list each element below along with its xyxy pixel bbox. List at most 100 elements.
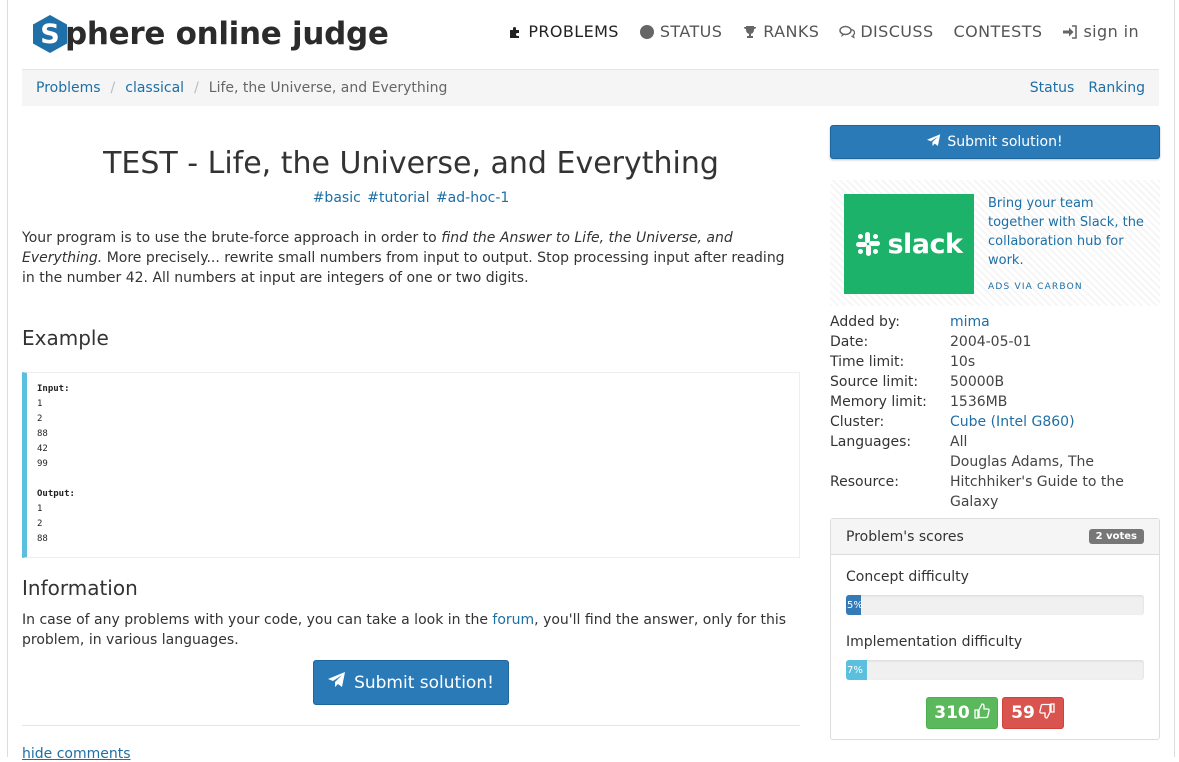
ads-via-carbon-link[interactable]: ADS VIA CARBON bbox=[988, 282, 1083, 292]
example-code-block: Input: 1 2 88 42 99 Output: 1 2 88 bbox=[22, 372, 800, 558]
circle-icon bbox=[639, 24, 655, 40]
breadcrumb-problems[interactable]: Problems bbox=[36, 80, 101, 96]
meta-value: Douglas Adams, The Hitchhiker's Guide to… bbox=[950, 454, 1124, 510]
meta-value: 1536MB bbox=[950, 394, 1008, 410]
scores-title: Problem's scores bbox=[846, 528, 964, 545]
problem-scores-panel: Problem's scores 2 votes Concept difficu… bbox=[830, 518, 1160, 740]
nav-problems[interactable]: PROBLEMS bbox=[507, 22, 619, 41]
example-output-label: Output: bbox=[37, 489, 75, 499]
nav-discuss-label: DISCUSS bbox=[860, 22, 934, 41]
tag-tutorial[interactable]: #tutorial bbox=[367, 190, 429, 206]
problem-title: TEST - Life, the Universe, and Everythin… bbox=[103, 146, 719, 181]
upvote-button[interactable]: 310 bbox=[926, 697, 998, 729]
paper-plane-icon bbox=[328, 672, 346, 693]
meta-value: 10s bbox=[950, 354, 976, 370]
nav-discuss[interactable]: DISCUSS bbox=[839, 22, 933, 41]
downvote-count: 59 bbox=[1011, 703, 1035, 723]
tag-basic[interactable]: #basic bbox=[313, 190, 361, 206]
submit-solution-button[interactable]: Submit solution! bbox=[313, 660, 509, 705]
tag-ad-hoc-1[interactable]: #ad-hoc-1 bbox=[436, 190, 509, 206]
implementation-difficulty-fill: 7% bbox=[846, 660, 867, 680]
example-spacer bbox=[37, 472, 789, 487]
thumbs-up-icon bbox=[974, 702, 990, 724]
nav-contests[interactable]: CONTESTS bbox=[954, 22, 1043, 41]
example-input-line: 2 bbox=[37, 414, 43, 424]
meta-row: Source limit: 50000B bbox=[830, 372, 1160, 392]
implementation-difficulty-label: Implementation difficulty bbox=[846, 634, 1023, 650]
description-text: Your program is to use the brute-force a… bbox=[22, 230, 442, 246]
meta-row: Memory limit: 1536MB bbox=[830, 392, 1160, 412]
concept-difficulty-bar: 5% bbox=[846, 595, 1144, 615]
puzzle-icon bbox=[507, 24, 523, 40]
breadcrumb-classical[interactable]: classical bbox=[125, 80, 184, 96]
carbon-ad[interactable]: slack Bring your team together with Slac… bbox=[830, 180, 1160, 306]
meta-row: Date: 2004-05-01 bbox=[830, 332, 1160, 352]
problem-meta: Added by: mima Date: 2004-05-01 Time lim… bbox=[830, 312, 1160, 512]
breadcrumb-right-links: Status Ranking bbox=[1030, 80, 1145, 96]
submit-solution-label: Submit solution! bbox=[354, 672, 494, 693]
implementation-difficulty-bar: 7% bbox=[846, 660, 1144, 680]
nav-status[interactable]: STATUS bbox=[639, 22, 722, 41]
example-input-line: 99 bbox=[37, 459, 48, 469]
sidebar: Submit solution! slack Bring your team t… bbox=[830, 125, 1160, 512]
meta-key: Time limit: bbox=[830, 354, 905, 370]
logo-hexagon-icon: S bbox=[32, 14, 68, 54]
problem-description: Your program is to use the brute-force a… bbox=[22, 228, 792, 288]
example-input-label: Input: bbox=[37, 384, 70, 394]
nav-sign-in[interactable]: sign in bbox=[1062, 22, 1139, 41]
comments-icon bbox=[839, 24, 856, 40]
author-link[interactable]: mima bbox=[950, 312, 1160, 332]
description-text-2: More precisely... rewrite small numbers … bbox=[22, 250, 785, 286]
breadcrumb-separator: / bbox=[194, 80, 199, 96]
meta-value: 50000B bbox=[950, 374, 1005, 390]
downvote-button[interactable]: 59 bbox=[1002, 697, 1064, 729]
example-input-line: 1 bbox=[37, 399, 43, 409]
sidebar-submit-label: Submit solution! bbox=[947, 134, 1063, 150]
nav-contests-label: CONTESTS bbox=[953, 22, 1043, 41]
breadcrumb: Problems / classical / Life, the Univers… bbox=[22, 69, 1159, 106]
breadcrumb-separator: / bbox=[110, 80, 116, 96]
meta-row: Cluster: Cube (Intel G860) bbox=[830, 412, 1160, 432]
svg-text:S: S bbox=[40, 19, 59, 50]
logo-text: phere online judge bbox=[65, 16, 389, 52]
ranking-link[interactable]: Ranking bbox=[1088, 80, 1145, 96]
paper-plane-icon bbox=[927, 133, 941, 151]
example-output-line: 88 bbox=[37, 534, 48, 544]
meta-value: 2004-05-01 bbox=[950, 334, 1032, 350]
thumbs-down-icon bbox=[1039, 702, 1055, 724]
hide-comments-link[interactable]: hide comments bbox=[22, 746, 131, 762]
nav-sign-in-label: sign in bbox=[1083, 22, 1139, 41]
info-text-1: In case of any problems with your code, … bbox=[22, 612, 493, 628]
slack-logo-icon bbox=[856, 232, 881, 256]
example-output-line: 1 bbox=[37, 504, 43, 514]
concept-difficulty-label: Concept difficulty bbox=[846, 569, 969, 585]
meta-value: All bbox=[950, 434, 968, 450]
divider bbox=[22, 725, 800, 726]
site-logo[interactable]: S phere online judge bbox=[32, 12, 389, 56]
breadcrumb-current: Life, the Universe, and Everything bbox=[208, 80, 448, 96]
meta-key: Source limit: bbox=[830, 374, 919, 390]
cluster-link[interactable]: Cube (Intel G860) bbox=[950, 412, 1160, 432]
status-link[interactable]: Status bbox=[1030, 80, 1075, 96]
sign-in-icon bbox=[1062, 24, 1078, 40]
information-heading: Information bbox=[22, 576, 138, 600]
sidebar-submit-button[interactable]: Submit solution! bbox=[830, 125, 1160, 159]
ad-text[interactable]: Bring your team together with Slack, the… bbox=[988, 194, 1148, 270]
example-input-line: 88 bbox=[37, 429, 48, 439]
nav-ranks-label: RANKS bbox=[763, 22, 820, 41]
nav-problems-label: PROBLEMS bbox=[528, 22, 619, 41]
forum-link[interactable]: forum bbox=[492, 612, 534, 628]
meta-key: Added by: bbox=[830, 314, 900, 330]
votes-badge: 2 votes bbox=[1088, 529, 1144, 544]
example-output-line: 2 bbox=[37, 519, 43, 529]
meta-key: Cluster: bbox=[830, 414, 885, 430]
nav-ranks[interactable]: RANKS bbox=[742, 22, 819, 41]
example-heading: Example bbox=[22, 326, 109, 350]
nav-status-label: STATUS bbox=[659, 22, 723, 41]
meta-key: Memory limit: bbox=[830, 394, 927, 410]
meta-key: Date: bbox=[830, 334, 869, 350]
upvote-count: 310 bbox=[934, 703, 970, 723]
slack-ad-image[interactable]: slack bbox=[844, 194, 974, 294]
slack-brand-text: slack bbox=[887, 228, 963, 260]
meta-key: Resource: bbox=[830, 474, 899, 490]
